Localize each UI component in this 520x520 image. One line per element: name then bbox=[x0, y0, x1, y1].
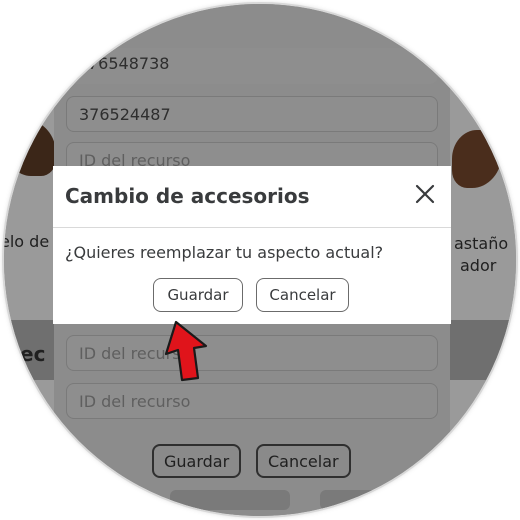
background-save-button[interactable]: Guardar bbox=[152, 444, 242, 478]
arrow-up-icon bbox=[160, 318, 210, 384]
left-section-heading: ec bbox=[20, 342, 46, 366]
right-item-name-line2: ador bbox=[460, 256, 497, 275]
left-item-card[interactable] bbox=[4, 4, 54, 516]
asset-id-field-2[interactable]: 376524487 bbox=[66, 96, 438, 132]
background-bottom-element bbox=[170, 490, 290, 510]
background-cancel-button[interactable]: Cancelar bbox=[256, 444, 351, 478]
dialog-title: Cambio de accesorios bbox=[65, 184, 310, 208]
asset-id-field-4[interactable]: ID del recurso bbox=[66, 335, 438, 371]
save-button[interactable]: Guardar bbox=[153, 278, 243, 312]
close-icon[interactable] bbox=[411, 180, 439, 208]
cancel-button[interactable]: Cancelar bbox=[256, 278, 349, 312]
asset-id-field-1-value: 76548738 bbox=[88, 54, 170, 73]
asset-id-field-5[interactable]: ID del recurso bbox=[66, 383, 438, 419]
background-bottom-element bbox=[320, 490, 400, 510]
dialog-header: Cambio de accesorios bbox=[53, 166, 451, 228]
dialog-message: ¿Quieres reemplazar tu aspecto actual? bbox=[65, 243, 384, 262]
accessory-change-dialog: Cambio de accesorios ¿Quieres reemplazar… bbox=[53, 166, 451, 324]
left-item-name: elo de bbox=[4, 232, 50, 251]
right-item-name-line1: astaño bbox=[454, 234, 509, 253]
